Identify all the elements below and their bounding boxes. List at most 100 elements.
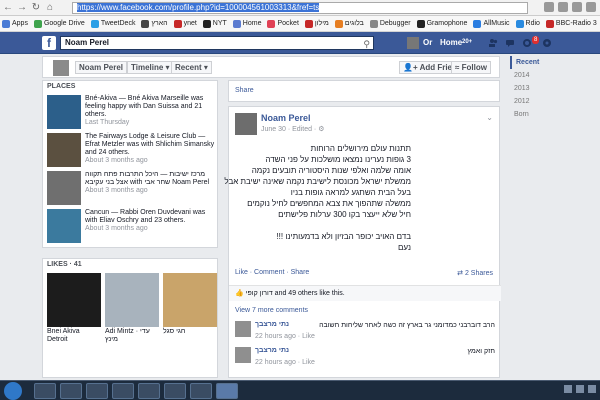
bookmark-item[interactable]: Debugger [369, 19, 411, 28]
bookmark-item[interactable]: Pocket [267, 19, 299, 28]
search-input[interactable]: Noam Perel ⚲ [60, 36, 374, 50]
likes-header[interactable]: LIKES · 41 [43, 259, 217, 270]
user-avatar[interactable] [407, 37, 419, 49]
profile-name-button[interactable]: Noam Perel [75, 61, 128, 74]
liked-page-name: חגי סגל [163, 328, 186, 335]
extension-icon[interactable] [572, 2, 582, 12]
home-badge: 20+ [462, 39, 473, 45]
bookmark-icon [90, 19, 99, 28]
bookmark-item[interactable]: בלוגים [334, 19, 364, 28]
taskbar-app-icon[interactable] [112, 383, 134, 399]
bookmark-icon [141, 19, 150, 28]
comment-avatar[interactable] [235, 347, 251, 363]
start-button-icon[interactable] [4, 382, 22, 400]
bookmark-label: Home [242, 20, 262, 27]
liked-page-thumbnail[interactable] [105, 273, 159, 327]
place-thumbnail[interactable] [47, 171, 81, 205]
liked-page[interactable]: Adi Mintz · עדי מינץ [105, 273, 159, 344]
place-item[interactable]: The Fairways Lodge & Leisure Club — Efra… [47, 133, 215, 169]
bookmark-icon [416, 19, 425, 28]
notifications-icon[interactable] [522, 38, 532, 48]
liked-page[interactable]: Bnei Akiva Detroit [47, 273, 101, 344]
forward-icon[interactable]: → [16, 2, 28, 14]
post-shares-link[interactable]: ⇄ 2 Shares [457, 269, 493, 277]
place-item[interactable]: מרכז ישיבות — היכל התרבות פתח תקווה אצל … [47, 171, 215, 207]
comment-time[interactable]: 22 hours ago · Like [255, 359, 315, 366]
messages-icon[interactable] [505, 38, 515, 48]
liked-page-thumbnail[interactable] [163, 273, 217, 327]
tray-icon[interactable] [588, 385, 596, 393]
timeline-year-4[interactable]: Born [510, 108, 570, 121]
place-thumbnail[interactable] [47, 209, 81, 243]
liked-page-thumbnail[interactable] [47, 273, 101, 327]
timeline-year-nav: Recent 2014 2013 2012 Born [510, 56, 570, 121]
home-link[interactable]: Home [440, 38, 462, 47]
comment-time[interactable]: 22 hours ago · Like [255, 333, 315, 340]
timeline-year-1[interactable]: 2014 [510, 69, 570, 82]
bookmark-item[interactable]: NYT [202, 19, 227, 28]
post-author-avatar[interactable] [235, 113, 257, 135]
comment: נתי מרצבך הרב דוברבני כמדומני גר בארץ זה … [235, 321, 495, 345]
timeline-year-3[interactable]: 2012 [510, 95, 570, 108]
bookmark-item[interactable]: ynet [173, 19, 197, 28]
bookmark-item[interactable]: הארץ [141, 19, 168, 28]
bookmark-item[interactable]: Home [232, 19, 262, 28]
taskbar-app-icon[interactable] [34, 383, 56, 399]
bookmark-item[interactable]: מילון [304, 19, 329, 28]
timeline-dropdown[interactable]: Timeline ▾ [127, 61, 174, 74]
place-thumbnail[interactable] [47, 95, 81, 129]
comment-text: הרב דוברבני כמדומני גר בארץ זה כשה לאחר … [319, 322, 495, 329]
menu-icon[interactable] [586, 2, 596, 12]
post-likes-text[interactable]: דורון קופי and 49 others like this. [246, 290, 345, 297]
post-author-name[interactable]: Noam Perel [261, 113, 311, 123]
bookmark-item[interactable]: AllMusic [473, 19, 510, 28]
bookmark-icon [173, 19, 182, 28]
place-item[interactable]: Cancun — Rabbi Oren Duvdevani was with E… [47, 209, 215, 245]
search-icon[interactable]: ⚲ [363, 38, 370, 50]
bookmark-item[interactable]: Rdio [515, 19, 540, 28]
timeline-year-0[interactable]: Recent [510, 56, 570, 69]
previous-post-footer: Share [228, 80, 500, 102]
bookmark-item[interactable]: Gramophone [416, 19, 467, 28]
recent-dropdown[interactable]: Recent ▾ [171, 61, 212, 74]
reload-icon[interactable]: ↻ [30, 2, 42, 14]
extension-icon[interactable] [558, 2, 568, 12]
back-icon[interactable]: ← [2, 2, 14, 14]
bookmark-item[interactable]: Google Drive [33, 19, 85, 28]
bookmark-item[interactable]: BBC-Radio 3 [545, 19, 597, 28]
comment-author[interactable]: נתי מרצבך [255, 321, 289, 328]
bookmark-item[interactable]: Apps [2, 19, 28, 28]
bookmark-item[interactable]: TweetDeck [90, 19, 135, 28]
follow-button[interactable]: ≈ Follow [451, 61, 491, 74]
liked-page[interactable]: חגי סגל [163, 273, 217, 336]
chevron-down-icon[interactable]: ⌄ [486, 113, 493, 122]
bookmark-icon [202, 19, 211, 28]
place-time: About 3 months ago [85, 157, 148, 164]
comment-avatar[interactable] [235, 321, 251, 337]
extension-icon[interactable] [544, 2, 554, 12]
taskbar-browser-icon[interactable] [216, 383, 238, 399]
place-thumbnail[interactable] [47, 133, 81, 167]
taskbar-app-icon[interactable] [86, 383, 108, 399]
post-actions[interactable]: Like · Comment · Share [235, 269, 309, 276]
comment-author[interactable]: נתי מרצבך [255, 347, 289, 354]
place-item[interactable]: Bné-Akiva — Bné Akiva Marseille was feel… [47, 95, 215, 131]
search-value: Noam Perel [65, 38, 110, 47]
facebook-logo-icon[interactable]: f [42, 36, 56, 50]
tray-icon[interactable] [576, 385, 584, 393]
timeline-year-2[interactable]: 2013 [510, 82, 570, 95]
settings-icon[interactable] [542, 38, 552, 48]
home-icon[interactable]: ⌂ [44, 2, 56, 14]
friend-requests-icon[interactable] [488, 38, 498, 48]
taskbar-app-icon[interactable] [164, 383, 186, 399]
share-link[interactable]: Share [235, 87, 254, 94]
taskbar-app-icon[interactable] [138, 383, 160, 399]
tray-icon[interactable] [564, 385, 572, 393]
post-meta: June 30 · Edited · ⚙ [261, 126, 325, 133]
address-bar[interactable]: https://www.facebook.com/profile.php?id=… [72, 2, 528, 14]
taskbar-app-icon[interactable] [60, 383, 82, 399]
user-name-link[interactable]: Or [423, 38, 432, 47]
profile-avatar[interactable] [53, 60, 69, 76]
view-more-comments-link[interactable]: View 7 more comments [235, 307, 308, 314]
taskbar-app-icon[interactable] [190, 383, 212, 399]
